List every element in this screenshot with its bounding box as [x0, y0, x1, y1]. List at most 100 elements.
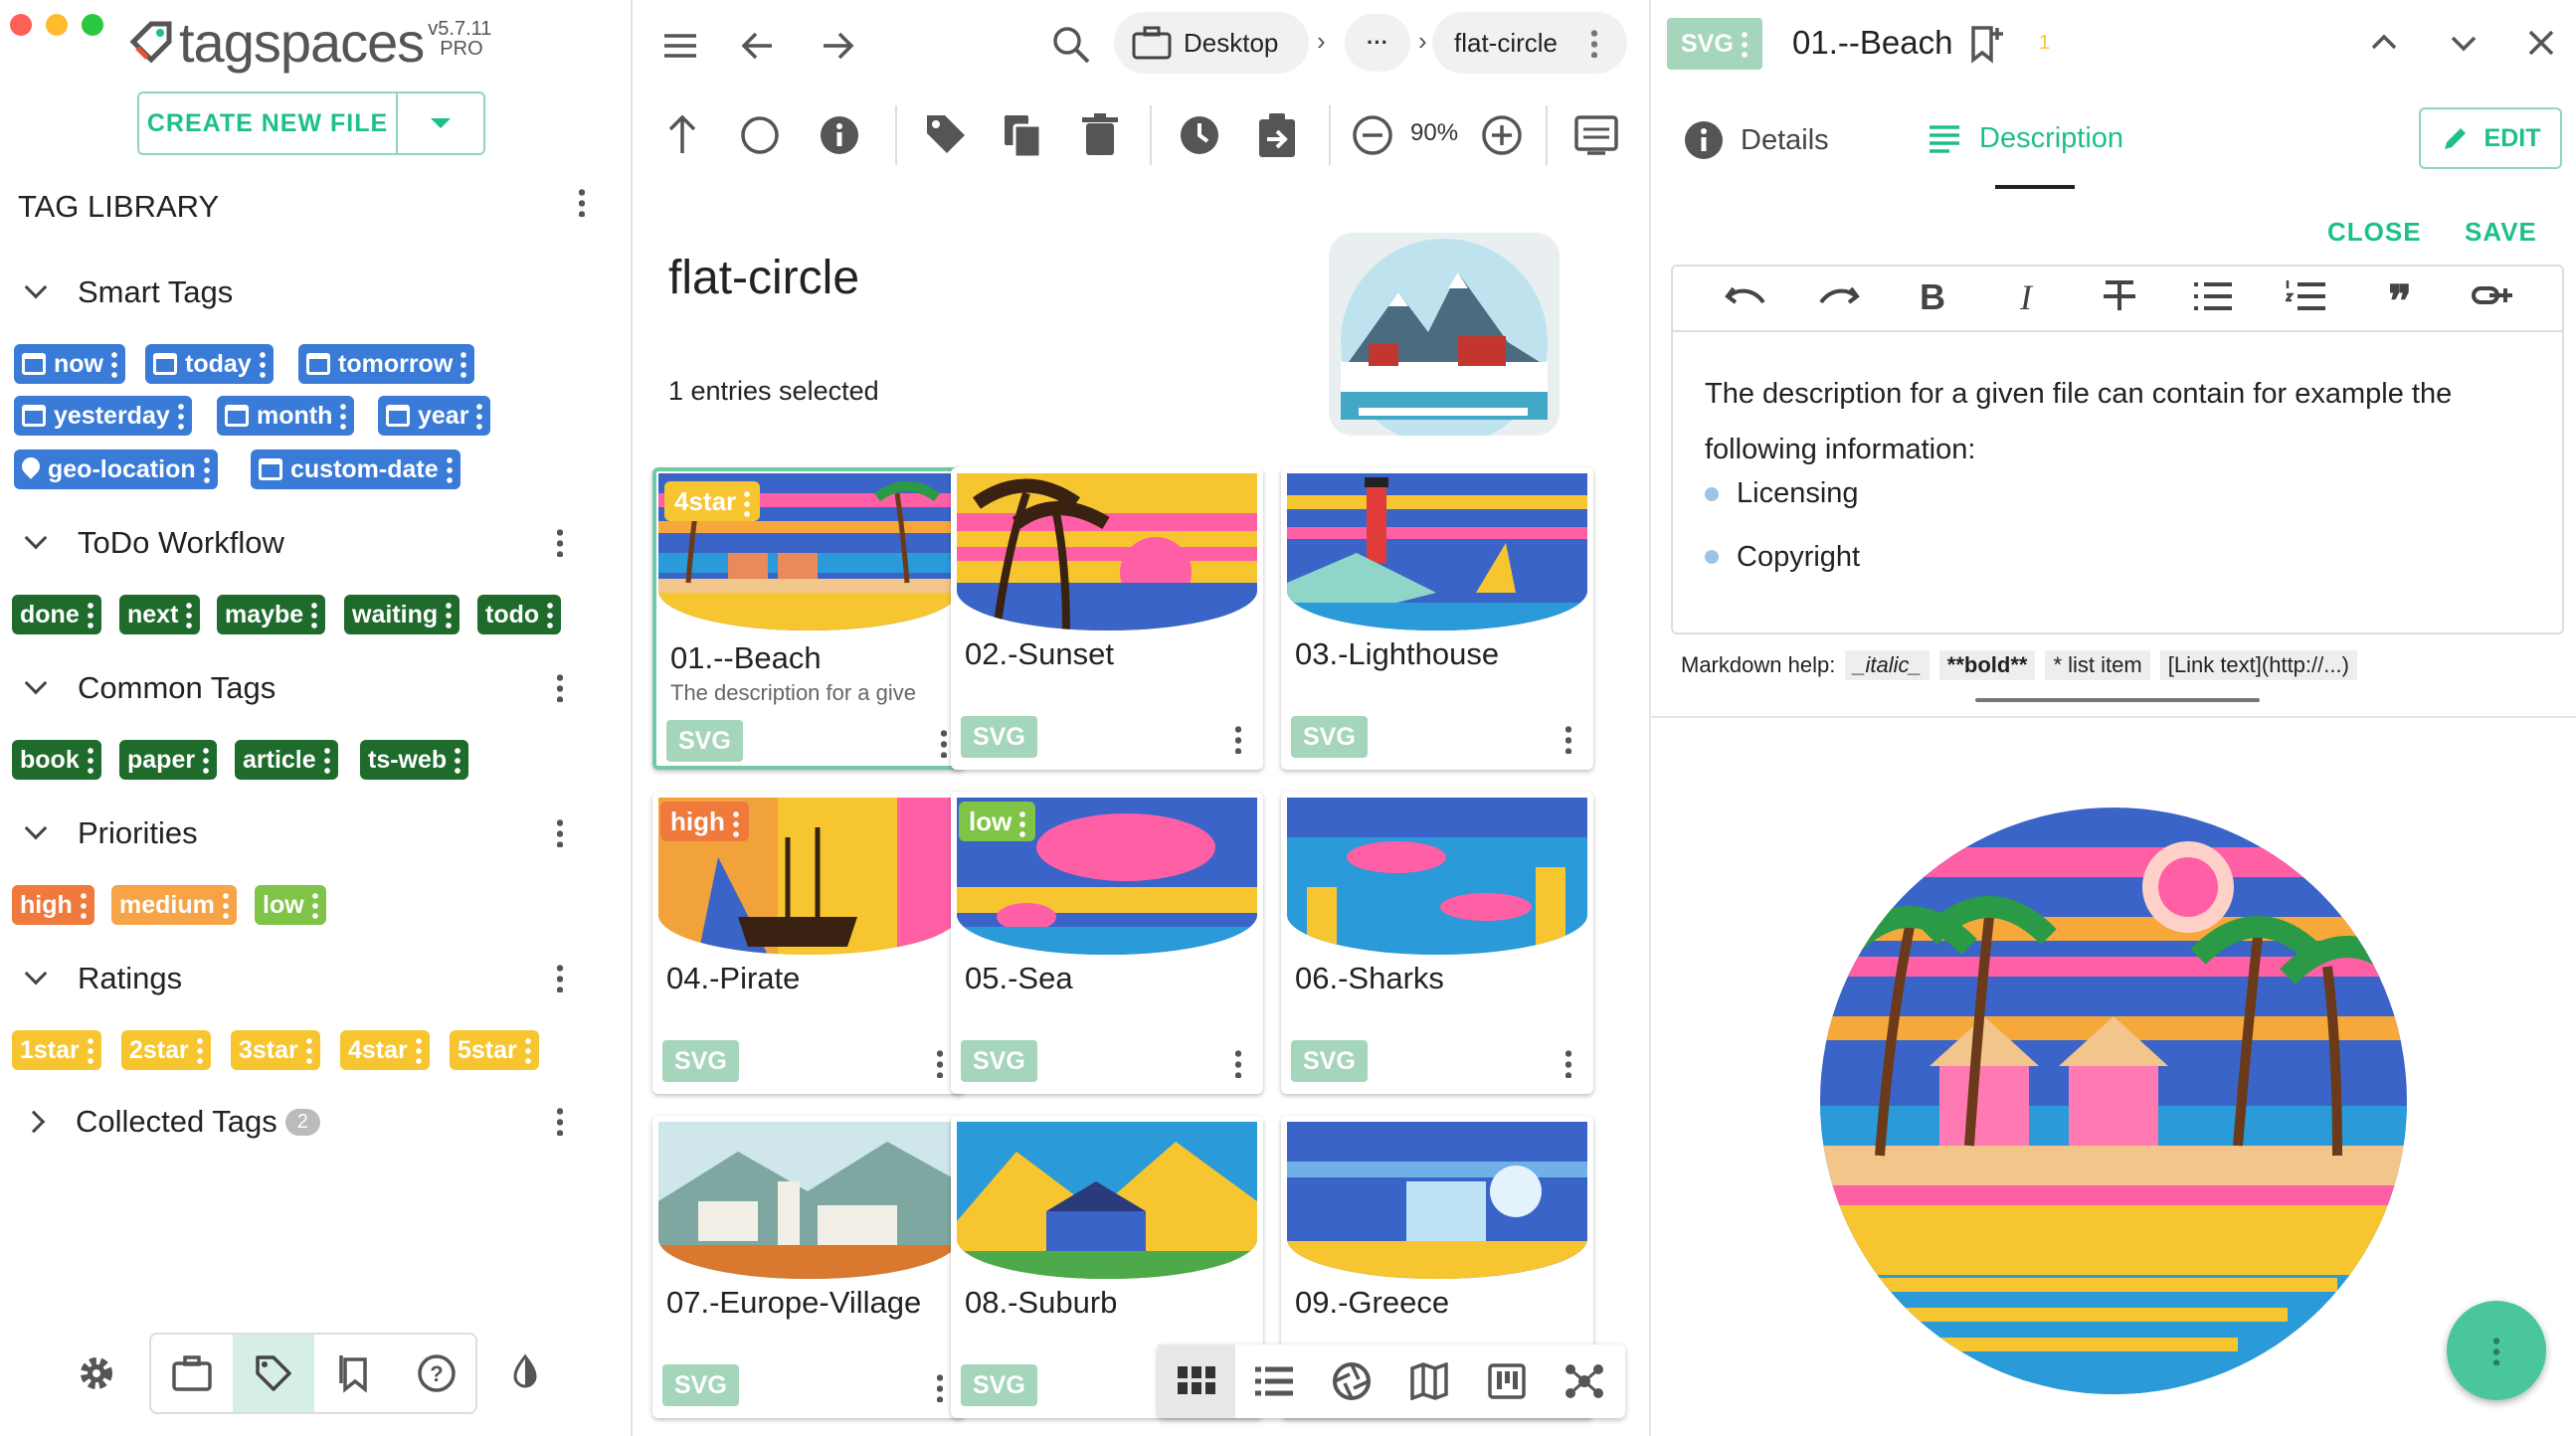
- maximize-window-button[interactable]: [82, 14, 103, 36]
- group-menu-icon[interactable]: [557, 817, 563, 847]
- file-card[interactable]: high 04.-Pirate SVG: [652, 792, 965, 1094]
- file-tag-4star[interactable]: 4star: [664, 481, 761, 521]
- copy-button[interactable]: [1001, 111, 1044, 159]
- tag-library-menu-icon[interactable]: [579, 187, 585, 217]
- tab-description[interactable]: Description: [1926, 119, 2123, 157]
- move-button[interactable]: [1255, 111, 1299, 159]
- tag-next[interactable]: next: [119, 595, 201, 634]
- file-menu-icon[interactable]: [937, 1372, 943, 1402]
- tag-4star[interactable]: 4star: [340, 1030, 430, 1070]
- description-text[interactable]: The description for a given file can con…: [1705, 366, 2540, 477]
- next-file-button[interactable]: [2447, 26, 2481, 60]
- select-all-button[interactable]: [738, 113, 782, 157]
- tag-yesterday[interactable]: yesterday: [14, 396, 192, 436]
- search-button[interactable]: [1050, 24, 1092, 66]
- file-menu-icon[interactable]: [1235, 1048, 1241, 1078]
- previous-file-button[interactable]: [2367, 26, 2401, 60]
- list-view-button[interactable]: [1235, 1345, 1313, 1418]
- tag-3star[interactable]: 3star: [231, 1030, 320, 1070]
- file-card[interactable]: 06.-Sharks SVG: [1281, 792, 1593, 1094]
- file-tag-low[interactable]: low: [959, 802, 1036, 841]
- tag-today[interactable]: today: [145, 344, 274, 384]
- file-tag-high[interactable]: high: [660, 802, 749, 841]
- undo-button[interactable]: [1719, 278, 1772, 324]
- breadcrumb-current-folder[interactable]: flat-circle: [1432, 12, 1627, 74]
- tag-now[interactable]: now: [14, 344, 125, 384]
- tag-geo-location[interactable]: geo-location: [14, 449, 218, 489]
- tab-details[interactable]: Details: [1683, 119, 1829, 161]
- view-settings-button[interactable]: [1573, 113, 1619, 157]
- group-menu-icon[interactable]: [557, 527, 563, 557]
- tag-year[interactable]: year: [378, 396, 491, 436]
- tag-waiting[interactable]: waiting: [344, 595, 460, 634]
- settings-button[interactable]: [72, 1348, 121, 1398]
- grid-view-button[interactable]: [1158, 1345, 1235, 1418]
- add-tags-button[interactable]: [923, 111, 969, 157]
- save-button[interactable]: SAVE: [2465, 217, 2537, 248]
- gallery-view-button[interactable]: [1313, 1345, 1390, 1418]
- parent-folder-button[interactable]: [662, 111, 702, 157]
- group-collected-tags[interactable]: Collected Tags 2: [18, 1104, 320, 1140]
- file-menu-icon[interactable]: [1565, 724, 1571, 754]
- close-preview-button[interactable]: [2524, 26, 2558, 60]
- kanban-view-button[interactable]: [1468, 1345, 1546, 1418]
- tag-library-button[interactable]: [233, 1335, 314, 1412]
- tag-medium[interactable]: medium: [111, 885, 237, 925]
- strikethrough-button[interactable]: [2093, 278, 2146, 324]
- locations-button[interactable]: [151, 1335, 233, 1412]
- delete-button[interactable]: [1080, 111, 1120, 159]
- file-menu-icon[interactable]: [1565, 1048, 1571, 1078]
- file-menu-icon[interactable]: [1235, 724, 1241, 754]
- bold-button[interactable]: B: [1906, 276, 1959, 318]
- group-common-tags[interactable]: Common Tags: [18, 670, 276, 706]
- group-menu-icon[interactable]: [557, 1106, 563, 1136]
- file-card[interactable]: 07.-Europe-Village SVG: [652, 1116, 965, 1418]
- tag-low[interactable]: low: [255, 885, 326, 925]
- redo-button[interactable]: [1812, 278, 1866, 324]
- back-button[interactable]: [738, 26, 778, 66]
- group-smart-tags[interactable]: Smart Tags: [18, 274, 233, 310]
- bookmark-button[interactable]: [1969, 24, 2005, 64]
- tag-maybe[interactable]: maybe: [217, 595, 326, 634]
- create-options-dropdown[interactable]: [398, 93, 483, 153]
- bullet-list-button[interactable]: [2186, 278, 2240, 324]
- preview-actions-fab[interactable]: [2447, 1301, 2546, 1400]
- minimize-window-button[interactable]: [46, 14, 68, 36]
- file-extension-badge[interactable]: SVG: [1667, 18, 1762, 70]
- file-card[interactable]: 03.-Lighthouse SVG: [1281, 467, 1593, 770]
- group-todo-workflow[interactable]: ToDo Workflow: [18, 525, 284, 561]
- file-menu-icon[interactable]: [937, 1048, 943, 1078]
- file-card[interactable]: 4star 01.--Beach The description for a g…: [652, 467, 965, 770]
- italic-button[interactable]: I: [1999, 276, 2053, 318]
- tag-2star[interactable]: 2star: [121, 1030, 211, 1070]
- tag-1star[interactable]: 1star: [12, 1030, 101, 1070]
- create-new-file-button[interactable]: CREATE NEW FILE: [139, 93, 398, 153]
- file-card[interactable]: low 05.-Sea SVG: [951, 792, 1263, 1094]
- bookmarks-button[interactable]: [314, 1335, 396, 1412]
- group-menu-icon[interactable]: [557, 672, 563, 702]
- map-view-button[interactable]: [1390, 1345, 1468, 1418]
- zoom-out-button[interactable]: [1351, 113, 1394, 157]
- tag-5star[interactable]: 5star: [450, 1030, 539, 1070]
- tag-paper[interactable]: paper: [119, 740, 218, 780]
- group-priorities[interactable]: Priorities: [18, 815, 198, 851]
- tag-done[interactable]: done: [12, 595, 101, 634]
- ordered-list-button[interactable]: [2280, 278, 2333, 324]
- theme-toggle-button[interactable]: [505, 1352, 545, 1392]
- edit-button[interactable]: EDIT: [2419, 107, 2562, 169]
- zoom-in-button[interactable]: [1480, 113, 1524, 157]
- tag-book[interactable]: book: [12, 740, 101, 780]
- file-menu-icon[interactable]: [941, 728, 947, 758]
- tag-article[interactable]: article: [235, 740, 338, 780]
- file-card[interactable]: 02.-Sunset SVG: [951, 467, 1263, 770]
- tag-tomorrow[interactable]: tomorrow: [298, 344, 475, 384]
- tag-custom-date[interactable]: custom-date: [251, 449, 460, 489]
- group-menu-icon[interactable]: [557, 963, 563, 992]
- breadcrumb-location[interactable]: Desktop: [1114, 12, 1309, 74]
- tag-month[interactable]: month: [217, 396, 355, 436]
- close-editor-button[interactable]: CLOSE: [2327, 217, 2422, 248]
- tag-todo[interactable]: todo: [477, 595, 562, 634]
- link-button[interactable]: [2467, 278, 2520, 324]
- tag-ts-web[interactable]: ts-web: [360, 740, 469, 780]
- tag-high[interactable]: high: [12, 885, 94, 925]
